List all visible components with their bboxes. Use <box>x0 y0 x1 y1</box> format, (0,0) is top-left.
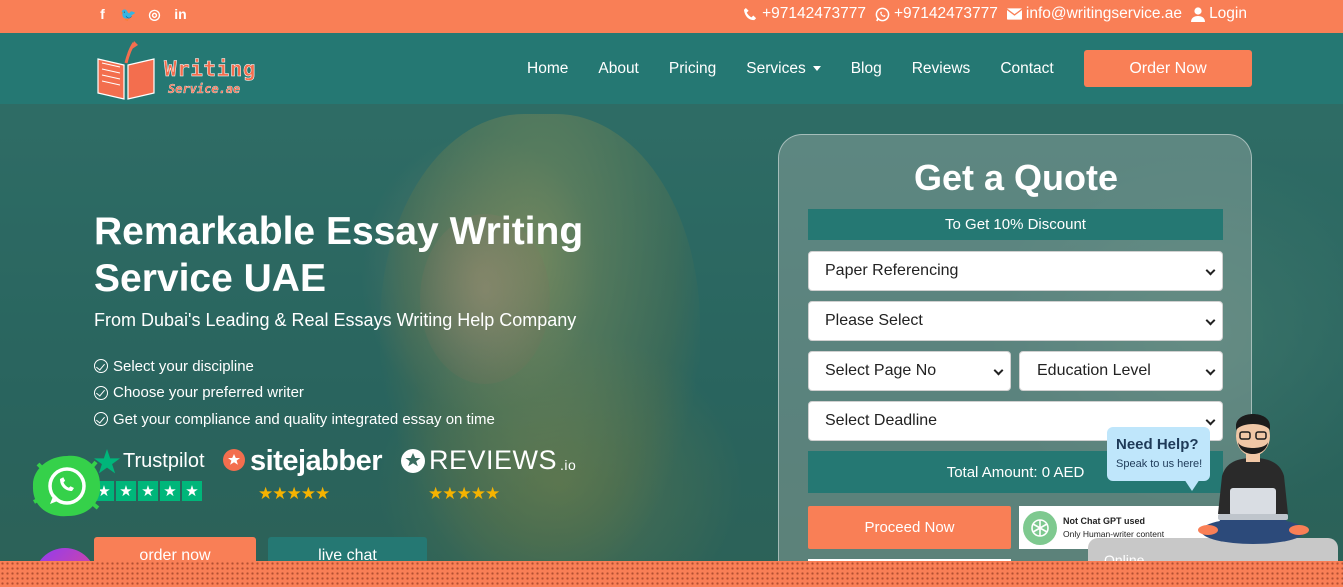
hero-section: Remarkable Essay Writing Service UAE Fro… <box>0 104 1343 587</box>
trustpilot-rating: ★ ★ ★ ★ ★ <box>94 481 202 501</box>
reviews-io-label: REVIEWS <box>429 445 558 475</box>
referencing-value: Paper Referencing <box>825 262 959 279</box>
envelope-icon <box>1006 8 1022 20</box>
order-now-button[interactable]: Order Now <box>1084 50 1252 87</box>
feature-text: Select your discipline <box>113 357 254 375</box>
navbar: Writing Service.ae Home About Pricing Se… <box>0 33 1343 104</box>
sitejabber-logo: sitejabber <box>222 445 383 478</box>
email-link[interactable]: info@writingservice.ae <box>1006 5 1183 23</box>
login-label: Login <box>1209 5 1247 22</box>
decorative-dotted-strip <box>0 561 1343 587</box>
education-level-select[interactable]: Education Level <box>1019 351 1223 391</box>
quote-title: Get a Quote <box>913 157 1119 198</box>
reviews-io-star-icon <box>401 448 425 473</box>
nav-reviews[interactable]: Reviews <box>897 60 986 78</box>
social-links: f 🐦 ◎ in <box>94 0 189 28</box>
subject-select[interactable]: Please Select <box>808 301 1223 341</box>
nav-contact[interactable]: Contact <box>985 60 1068 78</box>
nav-home[interactable]: Home <box>512 60 583 78</box>
whatsapp-icon <box>875 7 890 21</box>
check-circle-icon <box>94 412 108 427</box>
feature-text: Get your compliance and quality integrat… <box>113 410 495 428</box>
feature-item: Get your compliance and quality integrat… <box>94 406 495 433</box>
feature-item: Select your discipline <box>94 353 495 380</box>
check-circle-icon <box>94 359 108 374</box>
chevron-down-icon <box>812 66 821 71</box>
feature-text: Choose your preferred writer <box>113 384 304 402</box>
review-badges: Trustpilot ★ ★ ★ ★ ★ sitejabber ★★★★★ RE… <box>94 445 576 505</box>
chevron-down-icon <box>1205 265 1216 276</box>
chevron-down-icon <box>993 365 1004 376</box>
page-no-select[interactable]: Select Page No <box>808 351 1011 391</box>
reviews-io-suffix: .io <box>560 456 577 473</box>
hero-subtitle: From Dubai's Leading & Real Essays Writi… <box>94 310 577 330</box>
referencing-select[interactable]: Paper Referencing <box>808 251 1223 291</box>
contact-links: +97142473777 +97142473777 info@writingse… <box>743 0 1247 28</box>
sitejabber-pin-icon <box>223 448 245 471</box>
whatsapp-number: +97142473777 <box>894 5 998 22</box>
check-circle-icon <box>94 385 108 400</box>
sitejabber-rating: ★★★★★ <box>258 484 330 503</box>
trustpilot-logo: Trustpilot <box>94 449 205 474</box>
phone-link[interactable]: +97142473777 <box>743 5 866 23</box>
hero-title: Remarkable Essay Writing Service UAE <box>94 210 584 300</box>
nav-blog[interactable]: Blog <box>836 60 897 78</box>
star-icon: ★ <box>160 481 180 501</box>
main-nav: Home About Pricing Services Blog Reviews… <box>512 33 1069 104</box>
phone-icon <box>744 7 757 20</box>
nav-services[interactable]: Services <box>731 60 835 78</box>
need-help-subtitle: Speak to us here! <box>1116 458 1203 470</box>
deadline-value: Select Deadline <box>825 412 938 429</box>
discount-banner: To Get 10% Discount <box>808 209 1223 240</box>
twitter-icon[interactable]: 🐦 <box>120 8 137 21</box>
proceed-now-button[interactable]: Proceed Now <box>808 506 1011 549</box>
facebook-icon[interactable]: f <box>94 7 111 21</box>
star-icon: ★ <box>116 481 136 501</box>
chevron-down-icon <box>1205 315 1216 326</box>
openai-icon <box>1023 510 1057 545</box>
need-help-title: Need Help? <box>1116 436 1199 453</box>
star-icon: ★ <box>182 481 202 501</box>
feature-item: Choose your preferred writer <box>94 380 495 407</box>
star-icon: ★ <box>138 481 158 501</box>
email-address: info@writingservice.ae <box>1025 5 1183 22</box>
logo-text-primary: Writing <box>164 57 257 82</box>
book-logo-icon <box>97 41 155 100</box>
support-agent-avatar[interactable] <box>1196 406 1311 546</box>
phone-number: +97142473777 <box>762 5 866 22</box>
linkedin-icon[interactable]: in <box>172 7 189 21</box>
sitejabber-label: sitejabber <box>250 445 383 477</box>
site-logo[interactable]: Writing Service.ae <box>94 39 269 100</box>
whatsapp-float-button[interactable] <box>28 452 106 522</box>
instagram-icon[interactable]: ◎ <box>146 7 163 21</box>
whatsapp-link[interactable]: +97142473777 <box>875 5 998 23</box>
reviews-io-rating: ★★★★★ <box>428 484 500 503</box>
subject-value: Please Select <box>825 312 923 329</box>
education-level-value: Education Level <box>1037 362 1151 379</box>
reviews-io-logo: REVIEWS .io <box>400 445 576 476</box>
login-link[interactable]: Login <box>1191 5 1247 23</box>
nav-pricing[interactable]: Pricing <box>654 60 731 78</box>
logo-text-secondary: Service.ae <box>168 82 241 96</box>
chevron-down-icon <box>1205 365 1216 376</box>
quote-form: Get a Quote To Get 10% Discount Paper Re… <box>778 134 1252 587</box>
top-bar: f 🐦 ◎ in +97142473777 +97142473777 info@… <box>0 0 1343 33</box>
page-no-value: Select Page No <box>825 362 937 379</box>
nav-about[interactable]: About <box>583 60 654 78</box>
whatsapp-icon <box>32 455 101 517</box>
feature-list: Select your discipline Choose your prefe… <box>94 353 495 433</box>
trustpilot-label: Trustpilot <box>123 450 205 472</box>
gpt-badge-title: Not Chat GPT used <box>1063 516 1146 526</box>
need-help-bubble[interactable]: Need Help? Speak to us here! <box>1107 427 1210 491</box>
nav-services-label: Services <box>746 59 806 77</box>
user-icon <box>1191 6 1206 22</box>
